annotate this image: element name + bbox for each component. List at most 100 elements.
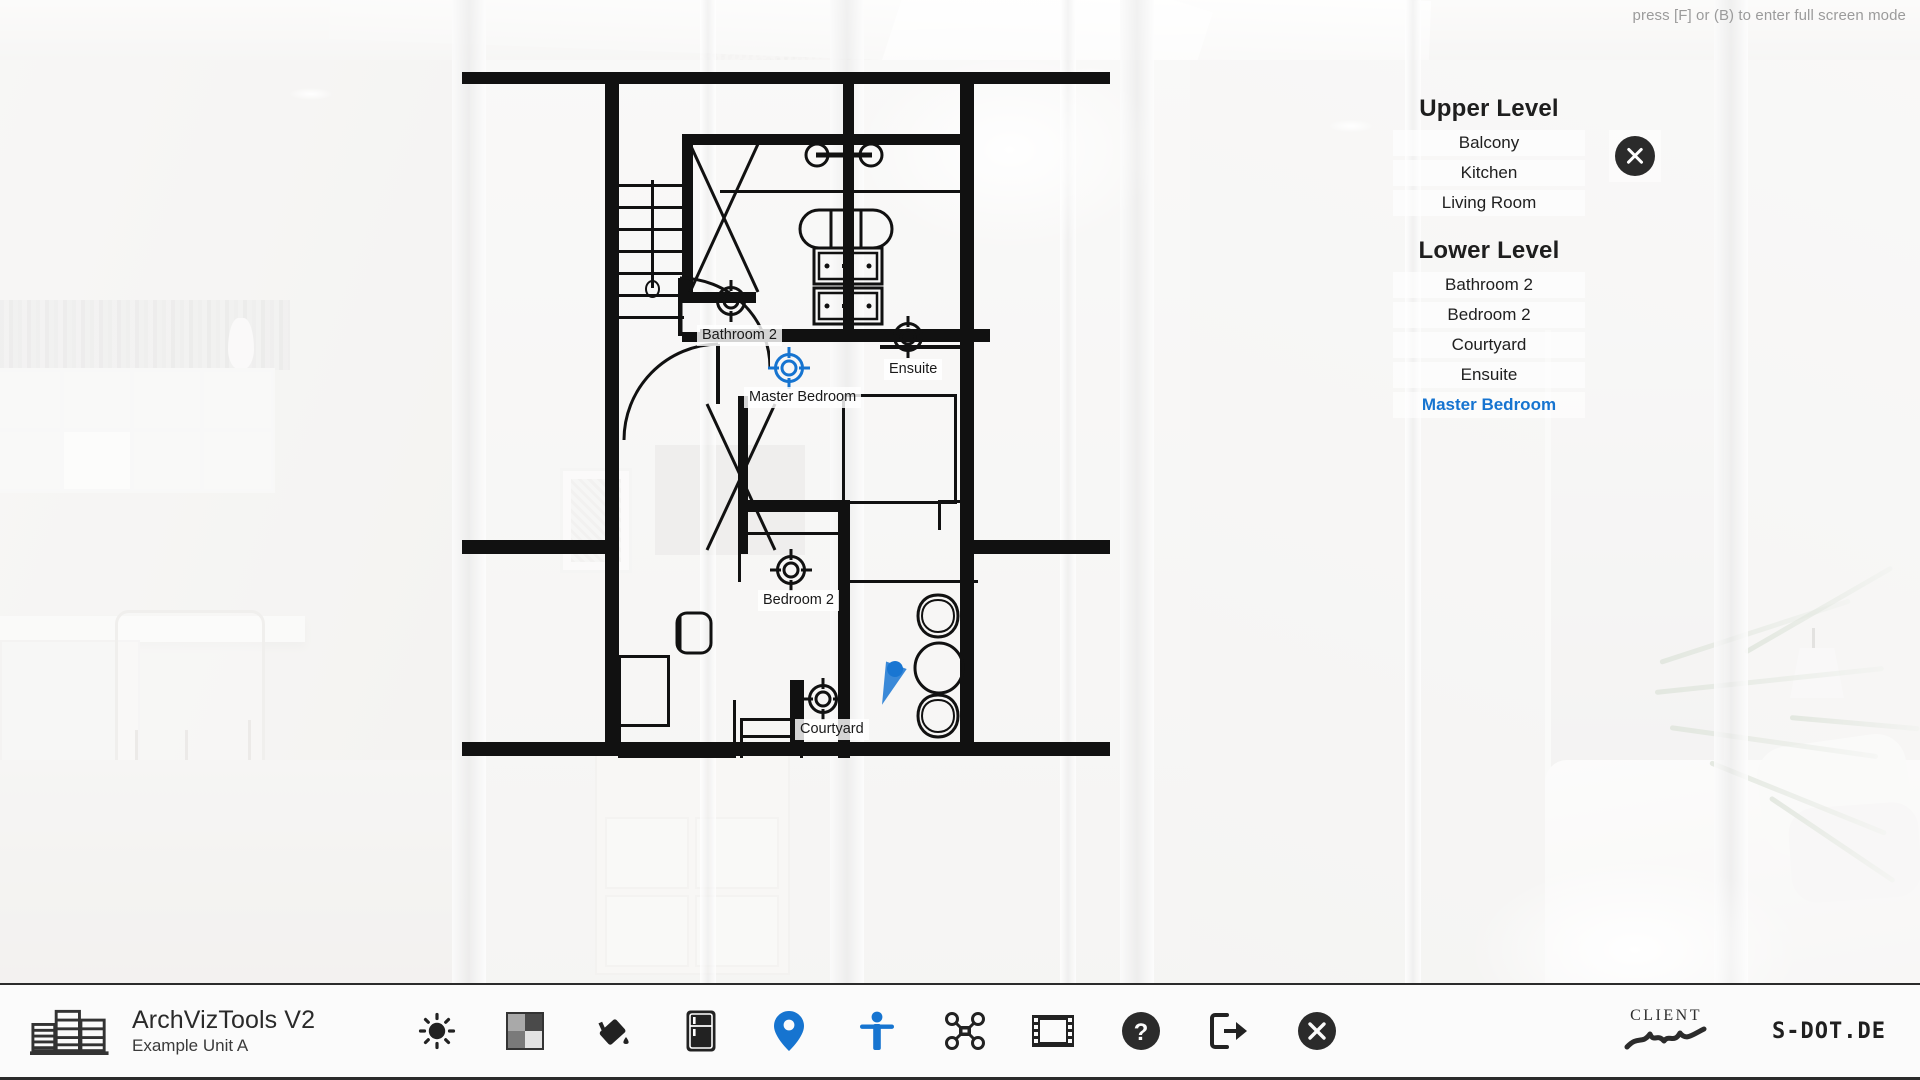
furniture-line [618,724,670,727]
room-navigation-menu: Upper Level Balcony Kitchen Living Room Lo… [1393,96,1585,422]
room-menu-item-master-bedroom[interactable]: Master Bedroom [1393,392,1585,418]
material-grid-icon-button[interactable] [503,1009,547,1053]
building-logo-icon [30,1009,109,1055]
stair-line [618,316,684,319]
drone-icon [945,1012,986,1050]
wall-line [850,580,978,583]
floorplan-label-bathroom-2: Bathroom 2 [697,325,782,346]
bottom-toolbar: ArchVizTools V2 Example Unit A ? CLIENT … [0,983,1920,1080]
room-menu-item-bedroom-2[interactable]: Bedroom 2 [1393,302,1585,328]
chair-plan [675,611,713,655]
app-title: ArchVizTools V2 [132,1006,316,1034]
wall [960,540,1110,554]
room-menu-item-kitchen[interactable]: Kitchen [1393,160,1585,186]
bed-plan [842,394,957,504]
wall-line [854,190,974,193]
furniture-line [618,755,736,758]
upper-level-list: Balcony Kitchen Living Room [1393,130,1585,216]
furniture-line [733,700,736,758]
film-icon-button[interactable] [1031,1009,1075,1053]
app-brand: ArchVizTools V2 Example Unit A [30,1005,315,1057]
wall-line [738,532,838,535]
furniture-line [667,655,670,727]
nightstand-line [938,500,960,503]
person-icon-button[interactable] [855,1009,899,1053]
fullscreen-hint: press [F] or (B) to enter full screen mo… [1632,7,1906,24]
crosshair-icon [710,280,752,322]
close-circle-icon [1298,1012,1337,1050]
floorplan-label-master-bedroom: Master Bedroom [744,387,862,408]
toilet-fixture [812,246,884,286]
wall [462,72,1110,84]
crosshair-icon [887,316,929,358]
sdot-logo-text: S-DOT.DE [1772,1018,1886,1044]
location-marker-bedroom-2[interactable] [769,548,813,592]
tool-buttons: ? [415,1009,1339,1053]
door-swing [622,342,720,441]
lower-level-list: Bathroom 2 Bedroom 2 Courtyard Ensuite Maste… [1393,272,1585,418]
sink-fixture [804,142,884,168]
planter-plan [916,593,960,639]
floorplan-label-bedroom-2: Bedroom 2 [758,590,839,611]
wall-line [742,735,790,738]
close-circle-icon-button[interactable] [1295,1009,1339,1053]
wall [462,540,619,554]
app-root: Bathroom 2 Ensuite Master Bedroom Bedroom 2… [0,0,1920,1080]
bathtub-fixture [798,208,894,250]
help-icon-button[interactable]: ? [1119,1009,1163,1053]
exit-icon-button[interactable] [1207,1009,1251,1053]
planter-plan [913,641,965,695]
help-icon: ? [1122,1012,1161,1050]
room-menu-item-courtyard[interactable]: Courtyard [1393,332,1585,358]
location-marker-master-bedroom[interactable] [767,346,811,390]
close-icon [1615,136,1655,176]
svg-text:?: ? [1134,1019,1149,1046]
floorplan-label-ensuite: Ensuite [884,359,943,380]
wall-line [738,532,741,582]
sun-icon [418,1012,456,1050]
wall [605,72,619,756]
location-pin-icon [774,1011,805,1051]
wall [738,500,848,512]
client-logo: CLIENT [1624,1007,1708,1056]
exit-icon [1210,1013,1248,1049]
appliance-icon [686,1010,716,1052]
floorplan-label-courtyard: Courtyard [795,719,869,740]
location-pin-icon-button[interactable] [767,1009,811,1053]
app-subtitle: Example Unit A [132,1036,249,1055]
crosshair-icon [770,549,812,591]
person-icon [860,1011,895,1050]
room-menu-item-bathroom-2[interactable]: Bathroom 2 [1393,272,1585,298]
toilet-fixture [812,286,884,326]
location-marker-bathroom-2[interactable] [709,279,753,323]
film-icon [1032,1015,1075,1047]
room-menu-item-balcony[interactable]: Balcony [1393,130,1585,156]
crosshair-icon [802,678,844,720]
planter-plan [916,693,960,739]
footer-logos: CLIENT S-DOT.DE [1624,1007,1886,1056]
appliance-icon-button[interactable] [679,1009,723,1053]
drone-icon-button[interactable] [943,1009,987,1053]
crosshair-icon [768,347,810,389]
sun-icon-button[interactable] [415,1009,459,1053]
location-marker-courtyard[interactable] [801,677,845,721]
paint-bucket-icon [598,1019,629,1045]
material-grid-icon [506,1012,545,1050]
furniture-line [618,698,621,758]
stair-void [688,143,760,293]
wall [738,396,748,554]
room-menu-item-living-room[interactable]: Living Room [1393,190,1585,216]
paint-bucket-icon-button[interactable] [591,1009,635,1053]
stair-rail [651,180,654,288]
location-marker-ensuite[interactable] [886,315,930,359]
client-logo-text: CLIENT [1630,1006,1702,1024]
wall [462,742,1110,756]
furniture-line [740,718,743,758]
nightstand-line [938,500,941,530]
camera-position-indicator[interactable] [871,645,913,709]
upper-level-heading: Upper Level [1419,95,1559,122]
room-menu-item-ensuite[interactable]: Ensuite [1393,362,1585,388]
client-signature-icon [1624,1026,1707,1049]
stair-newel [645,280,660,298]
close-menu-button[interactable] [1609,130,1661,182]
